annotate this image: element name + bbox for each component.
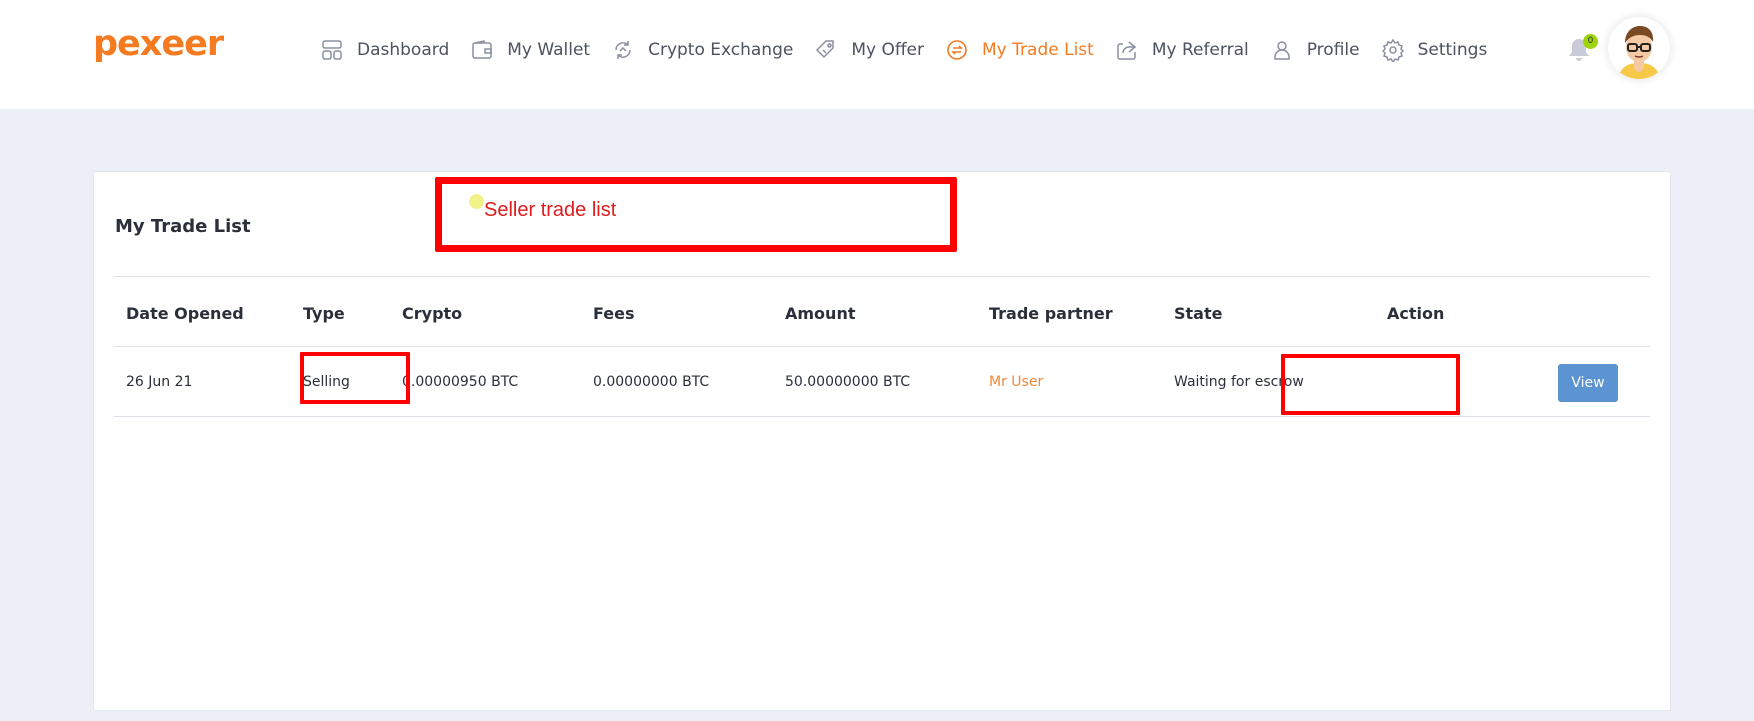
annotation-highlight-state <box>1281 354 1460 415</box>
nav-label: Profile <box>1306 40 1360 60</box>
user-icon <box>1270 38 1294 62</box>
nav-item-my-referral[interactable]: My Referral <box>1115 38 1249 62</box>
top-header: pexeer Dashboard My Wallet Crypto Exchan… <box>0 0 1754 109</box>
gear-icon <box>1381 38 1405 64</box>
trade-icon <box>945 38 969 62</box>
nav-label: My Referral <box>1151 40 1249 60</box>
cell-date: 26 Jun 21 <box>126 374 193 390</box>
notification-badge: 0 <box>1583 34 1598 49</box>
nav-label: Dashboard <box>357 40 450 60</box>
tag-icon <box>814 38 838 62</box>
nav-label: Settings <box>1417 40 1488 60</box>
nav-item-crypto-exchange[interactable]: Crypto Exchange <box>611 38 793 62</box>
trade-list-card: My Trade List Date Opened Type Crypto Fe… <box>93 171 1671 711</box>
avatar[interactable] <box>1608 17 1670 79</box>
nav-item-my-offer[interactable]: My Offer <box>814 38 924 62</box>
nav-label: My Offer <box>851 40 925 60</box>
nav-label: My Wallet <box>507 40 591 60</box>
column-header-amount: Amount <box>785 304 856 323</box>
main-nav: Dashboard My Wallet Crypto Exchange My O… <box>320 0 1508 100</box>
column-header-type: Type <box>303 304 345 323</box>
nav-label: My Trade List <box>982 40 1094 60</box>
cell-fees: 0.00000000 BTC <box>593 374 710 390</box>
annotation-label: Seller trade list <box>484 199 617 221</box>
wallet-icon <box>470 38 494 62</box>
nav-label: Crypto Exchange <box>648 40 794 60</box>
annotation-highlight-type <box>300 352 410 404</box>
nav-item-my-trade-list[interactable]: My Trade List <box>945 38 1094 62</box>
column-header-crypto: Crypto <box>402 304 463 323</box>
cursor-highlight <box>469 194 484 209</box>
table-header: Date Opened Type Crypto Fees Amount Trad… <box>114 277 1650 347</box>
column-header-state: State <box>1174 304 1223 323</box>
exchange-icon <box>611 38 635 62</box>
nav-item-dashboard[interactable]: Dashboard <box>320 38 449 62</box>
cell-crypto: 0.00000950 BTC <box>402 374 519 390</box>
page-title: My Trade List <box>115 216 251 237</box>
share-icon <box>1115 38 1139 62</box>
trade-partner-link[interactable]: Mr User <box>989 374 1043 390</box>
column-header-date: Date Opened <box>126 304 244 323</box>
column-header-action: Action <box>1387 304 1445 323</box>
nav-item-my-wallet[interactable]: My Wallet <box>470 38 590 62</box>
nav-item-settings[interactable]: Settings <box>1381 38 1488 64</box>
view-button[interactable]: View <box>1558 364 1618 402</box>
cell-amount: 50.00000000 BTC <box>785 374 911 390</box>
nav-item-profile[interactable]: Profile <box>1270 38 1360 62</box>
pexeer-logo[interactable]: pexeer <box>93 27 224 62</box>
column-header-trade-partner: Trade partner <box>989 304 1113 323</box>
notification-bell[interactable]: 0 <box>1566 34 1598 64</box>
column-header-fees: Fees <box>593 304 635 323</box>
dashboard-icon <box>320 38 344 62</box>
